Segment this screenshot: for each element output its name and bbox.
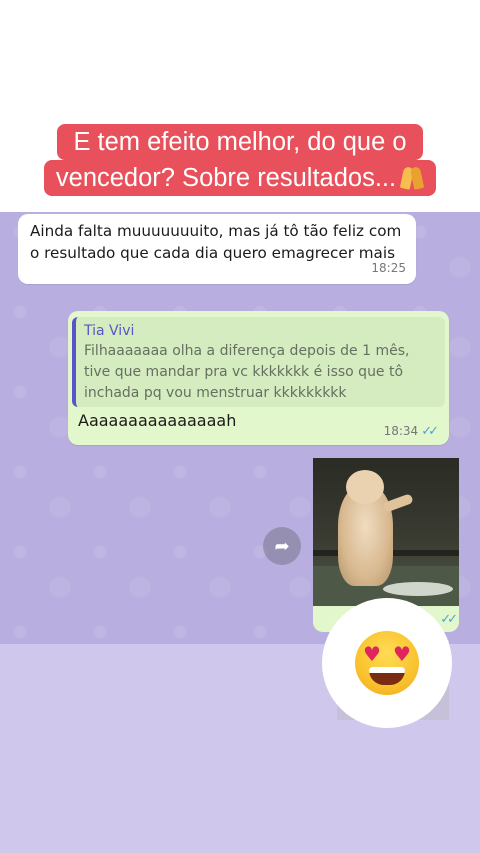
quoted-author: Tia Vivi xyxy=(84,323,135,339)
story-caption: E tem efeito melhor, do que o vencedor? … xyxy=(0,124,480,196)
outgoing-message-text: Aaaaaaaaaaaaaaah xyxy=(78,411,237,430)
caption-line-1: E tem efeito melhor, do que o xyxy=(57,124,423,160)
folded-hands-icon xyxy=(400,165,424,189)
caption-line-2: vencedor? Sobre resultados... xyxy=(43,160,437,196)
incoming-message-text: Ainda falta muuuuuuuito, mas já tô tão f… xyxy=(30,222,402,262)
video-double-check-icon: ✓✓ xyxy=(440,612,458,627)
incoming-message[interactable]: Ainda falta muuuuuuuito, mas já tô tão f… xyxy=(18,214,416,284)
heart-eyes-emoji: ♥ ♥ xyxy=(355,631,419,695)
quoted-message[interactable]: Tia Vivi Filhaaaaaaa olha a diferença de… xyxy=(72,317,445,407)
outgoing-message[interactable]: Tia Vivi Filhaaaaaaa olha a diferença de… xyxy=(68,311,449,445)
outgoing-message-time: 18:34 xyxy=(383,424,419,438)
reaction-sticker[interactable]: ♥ ♥ xyxy=(322,598,452,728)
incoming-message-time: 18:25 xyxy=(371,261,406,275)
caption-line-2-text: vencedor? Sobre resultados... xyxy=(55,164,397,192)
forward-icon[interactable]: ➦ xyxy=(263,527,301,565)
double-check-icon: ✓✓ xyxy=(421,424,439,439)
video-thumbnail[interactable] xyxy=(313,458,459,606)
quoted-text: Filhaaaaaaa olha a diferença depois de 1… xyxy=(84,343,410,401)
outgoing-message-meta: 18:34 ✓✓ xyxy=(383,424,439,439)
